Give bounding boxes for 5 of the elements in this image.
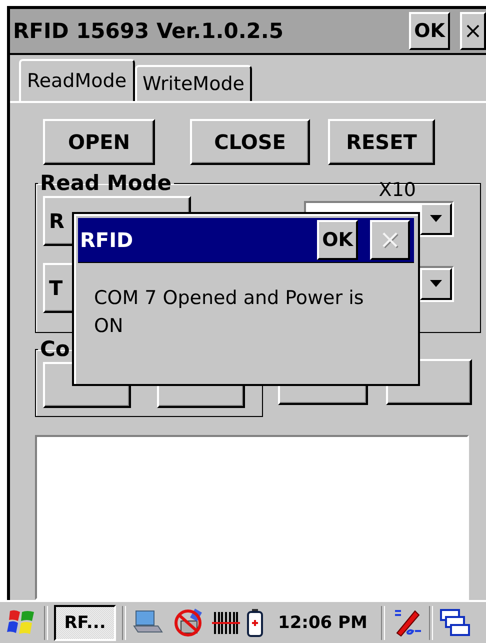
- dialog-message: COM 7 Opened and Power is ON: [94, 286, 365, 339]
- group-label: Read Mode: [39, 173, 173, 194]
- window-title: RFID 15693 Ver.1.0.2.5: [13, 19, 285, 43]
- group-label: Co: [39, 339, 71, 360]
- dialog-title: RFID: [80, 228, 134, 252]
